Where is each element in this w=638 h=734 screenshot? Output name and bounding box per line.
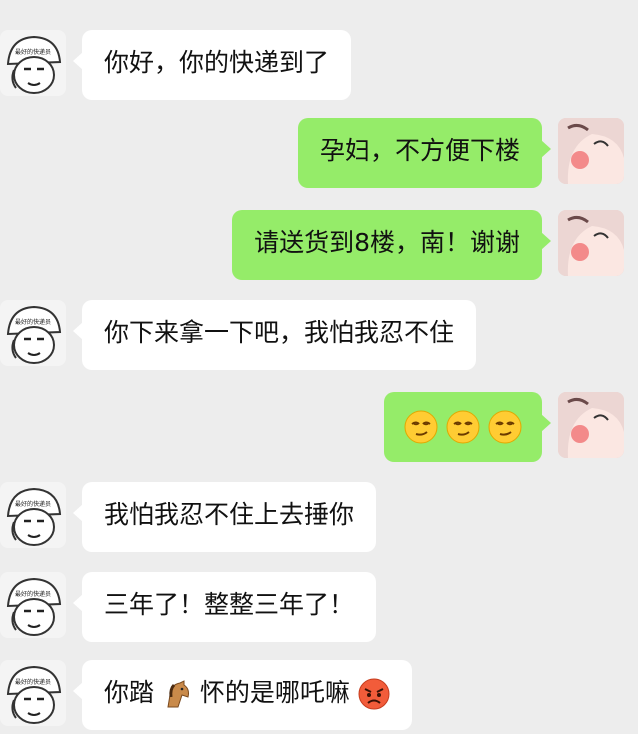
message-bubble-outgoing[interactable]: 孕妇，不方便下楼 — [297, 118, 552, 188]
helmet-text: 最好的快递员 — [15, 678, 51, 686]
message-bubble-incoming[interactable]: 我怕我忍不住上去捶你 — [72, 482, 377, 552]
message-bubble-outgoing[interactable]: 请送货到8楼，南！谢谢 — [232, 210, 551, 280]
message-bubble-incoming[interactable]: 你踏 怀的是哪吒嘛 — [73, 660, 412, 730]
helmet-text: 最好的快递员 — [15, 500, 51, 508]
message-bubble-incoming[interactable]: 你好，你的快递到了 — [72, 30, 352, 100]
message-row: 最好的快递员 三年了！整整三年了！ — [0, 572, 638, 642]
smirk-face-icon — [446, 410, 480, 444]
message-text: 怀的是哪吒嘛 — [199, 678, 350, 707]
message-row: 请送货到8楼，南！谢谢 — [0, 210, 638, 280]
user-avatar[interactable] — [558, 392, 624, 458]
message-bubble-incoming[interactable]: 三年了！整整三年了！ — [72, 572, 377, 642]
courier-avatar[interactable]: 最好的快递员 — [0, 482, 66, 548]
message-row: 最好的快递员 你下来拿一下吧，我怕我忍不住 — [0, 300, 638, 370]
helmet-text: 最好的快递员 — [15, 318, 51, 326]
message-text: 你踏 — [104, 678, 155, 707]
helmet-text: 最好的快递员 — [15, 48, 51, 56]
angry-face-icon — [358, 678, 390, 710]
message-row: 最好的快递员 你踏 怀的是哪吒嘛 — [0, 660, 638, 730]
user-avatar[interactable] — [558, 210, 624, 276]
user-avatar[interactable] — [558, 118, 624, 184]
message-row: 孕妇，不方便下楼 — [0, 118, 638, 188]
helmet-text: 最好的快递员 — [15, 590, 51, 598]
message-row: 最好的快递员 我怕我忍不住上去捶你 — [0, 482, 638, 552]
message-bubble-incoming[interactable]: 你下来拿一下吧，我怕我忍不住 — [72, 300, 477, 370]
message-row: 最好的快递员 你好，你的快递到了 — [0, 30, 638, 100]
courier-avatar[interactable]: 最好的快递员 — [0, 572, 66, 638]
courier-avatar[interactable]: 最好的快递员 — [0, 660, 66, 726]
smirk-face-icon — [404, 410, 438, 444]
courier-avatar[interactable]: 最好的快递员 — [0, 30, 66, 96]
message-bubble-outgoing[interactable] — [384, 392, 551, 462]
horse-icon — [167, 680, 189, 708]
smirk-face-icon — [488, 410, 522, 444]
message-row — [0, 392, 638, 462]
courier-avatar[interactable]: 最好的快递员 — [0, 300, 66, 366]
